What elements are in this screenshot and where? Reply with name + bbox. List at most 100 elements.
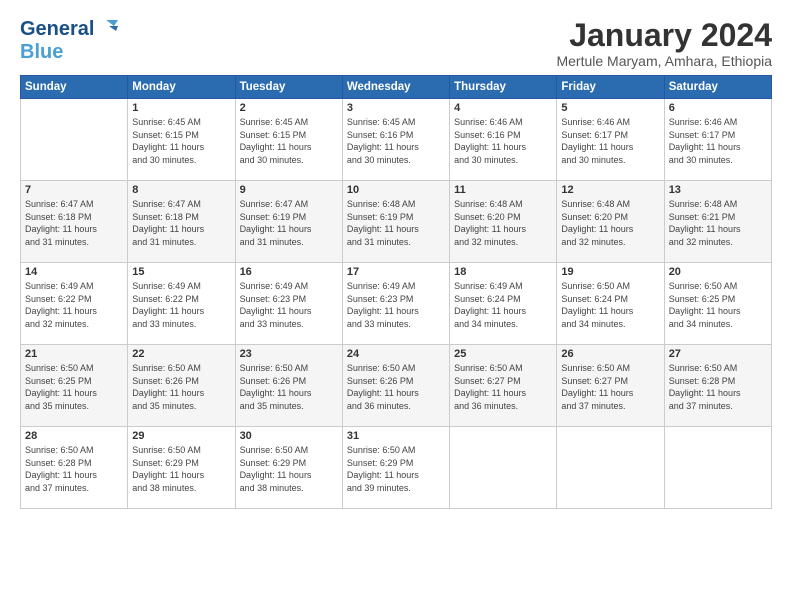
calendar-cell: 27 Sunrise: 6:50 AMSunset: 6:28 PMDayligh… <box>664 345 771 427</box>
calendar-cell <box>450 427 557 509</box>
day-info: Sunrise: 6:45 AMSunset: 6:15 PMDaylight:… <box>240 117 312 165</box>
col-friday: Friday <box>557 76 664 99</box>
day-number: 5 <box>561 102 659 114</box>
calendar-body: 1Sunrise: 6:45 AMSunset: 6:15 PMDaylight… <box>21 99 772 509</box>
calendar-cell: 16 Sunrise: 6:49 AMSunset: 6:23 PMDayligh… <box>235 263 342 345</box>
calendar-cell: 17 Sunrise: 6:49 AMSunset: 6:23 PMDayligh… <box>342 263 449 345</box>
day-info: Sunrise: 6:46 AMSunset: 6:17 PMDaylight:… <box>561 117 633 165</box>
day-info: Sunrise: 6:49 AMSunset: 6:22 PMDaylight:… <box>25 281 97 329</box>
logo: General Blue <box>20 18 120 64</box>
day-number: 20 <box>669 266 767 278</box>
calendar-week-4: 21 Sunrise: 6:50 AMSunset: 6:25 PMDayligh… <box>21 345 772 427</box>
day-info: Sunrise: 6:50 AMSunset: 6:26 PMDaylight:… <box>240 363 312 411</box>
calendar-cell: 22Sunrise: 6:50 AMSunset: 6:26 PMDayligh… <box>128 345 235 427</box>
calendar-cell: 25 Sunrise: 6:50 AMSunset: 6:27 PMDayligh… <box>450 345 557 427</box>
calendar-table: Sunday Monday Tuesday Wednesday Thursday… <box>20 75 772 509</box>
calendar-cell: 2Sunrise: 6:45 AMSunset: 6:15 PMDaylight… <box>235 99 342 181</box>
day-number: 21 <box>25 348 123 360</box>
calendar-cell: 3Sunrise: 6:45 AMSunset: 6:16 PMDaylight… <box>342 99 449 181</box>
calendar-cell: 13Sunrise: 6:48 AMSunset: 6:21 PMDayligh… <box>664 181 771 263</box>
day-info: Sunrise: 6:50 AMSunset: 6:26 PMDaylight:… <box>347 363 419 411</box>
col-sunday: Sunday <box>21 76 128 99</box>
day-info: Sunrise: 6:50 AMSunset: 6:25 PMDaylight:… <box>669 281 741 329</box>
day-number: 25 <box>454 348 552 360</box>
day-info: Sunrise: 6:47 AMSunset: 6:18 PMDaylight:… <box>132 199 204 247</box>
day-number: 17 <box>347 266 445 278</box>
month-title: January 2024 <box>556 18 772 53</box>
calendar-cell: 29Sunrise: 6:50 AMSunset: 6:29 PMDayligh… <box>128 427 235 509</box>
day-number: 23 <box>240 348 338 360</box>
calendar-cell: 28 Sunrise: 6:50 AMSunset: 6:28 PMDayligh… <box>21 427 128 509</box>
day-number: 26 <box>561 348 659 360</box>
calendar-cell: 5 Sunrise: 6:46 AMSunset: 6:17 PMDaylight… <box>557 99 664 181</box>
col-saturday: Saturday <box>664 76 771 99</box>
day-info: Sunrise: 6:50 AMSunset: 6:25 PMDaylight:… <box>25 363 97 411</box>
day-info: Sunrise: 6:48 AMSunset: 6:20 PMDaylight:… <box>561 199 633 247</box>
day-info: Sunrise: 6:47 AMSunset: 6:18 PMDaylight:… <box>25 199 97 247</box>
title-block: January 2024 Mertule Maryam, Amhara, Eth… <box>556 18 772 69</box>
calendar-cell: 26 Sunrise: 6:50 AMSunset: 6:27 PMDayligh… <box>557 345 664 427</box>
calendar-cell: 24 Sunrise: 6:50 AMSunset: 6:26 PMDayligh… <box>342 345 449 427</box>
day-info: Sunrise: 6:45 AMSunset: 6:15 PMDaylight:… <box>132 117 204 165</box>
col-tuesday: Tuesday <box>235 76 342 99</box>
day-info: Sunrise: 6:49 AMSunset: 6:22 PMDaylight:… <box>132 281 204 329</box>
day-number: 11 <box>454 184 552 196</box>
calendar-cell <box>557 427 664 509</box>
calendar-cell: 21 Sunrise: 6:50 AMSunset: 6:25 PMDayligh… <box>21 345 128 427</box>
day-number: 15 <box>132 266 230 278</box>
day-number: 22 <box>132 348 230 360</box>
day-info: Sunrise: 6:50 AMSunset: 6:27 PMDaylight:… <box>454 363 526 411</box>
day-number: 28 <box>25 430 123 442</box>
day-info: Sunrise: 6:46 AMSunset: 6:17 PMDaylight:… <box>669 117 741 165</box>
calendar-cell: 1Sunrise: 6:45 AMSunset: 6:15 PMDaylight… <box>128 99 235 181</box>
col-monday: Monday <box>128 76 235 99</box>
header-row: Sunday Monday Tuesday Wednesday Thursday… <box>21 76 772 99</box>
calendar-cell: 9 Sunrise: 6:47 AMSunset: 6:19 PMDaylight… <box>235 181 342 263</box>
calendar-cell: 20 Sunrise: 6:50 AMSunset: 6:25 PMDayligh… <box>664 263 771 345</box>
logo-bird-icon <box>96 18 120 42</box>
day-info: Sunrise: 6:45 AMSunset: 6:16 PMDaylight:… <box>347 117 419 165</box>
calendar-cell: 14 Sunrise: 6:49 AMSunset: 6:22 PMDayligh… <box>21 263 128 345</box>
day-info: Sunrise: 6:50 AMSunset: 6:27 PMDaylight:… <box>561 363 633 411</box>
day-info: Sunrise: 6:49 AMSunset: 6:24 PMDaylight:… <box>454 281 526 329</box>
calendar-cell: 11 Sunrise: 6:48 AMSunset: 6:20 PMDayligh… <box>450 181 557 263</box>
calendar-cell: 8Sunrise: 6:47 AMSunset: 6:18 PMDaylight… <box>128 181 235 263</box>
day-number: 12 <box>561 184 659 196</box>
day-info: Sunrise: 6:50 AMSunset: 6:28 PMDaylight:… <box>669 363 741 411</box>
day-info: Sunrise: 6:50 AMSunset: 6:29 PMDaylight:… <box>132 445 204 493</box>
day-number: 7 <box>25 184 123 196</box>
calendar-cell: 31 Sunrise: 6:50 AMSunset: 6:29 PMDayligh… <box>342 427 449 509</box>
logo-blue-text: Blue <box>20 41 94 64</box>
day-info: Sunrise: 6:50 AMSunset: 6:24 PMDaylight:… <box>561 281 633 329</box>
day-info: Sunrise: 6:47 AMSunset: 6:19 PMDaylight:… <box>240 199 312 247</box>
day-number: 27 <box>669 348 767 360</box>
calendar-cell: 12 Sunrise: 6:48 AMSunset: 6:20 PMDayligh… <box>557 181 664 263</box>
day-number: 16 <box>240 266 338 278</box>
calendar-cell <box>664 427 771 509</box>
day-info: Sunrise: 6:50 AMSunset: 6:29 PMDaylight:… <box>240 445 312 493</box>
day-info: Sunrise: 6:49 AMSunset: 6:23 PMDaylight:… <box>347 281 419 329</box>
day-number: 6 <box>669 102 767 114</box>
day-number: 4 <box>454 102 552 114</box>
header: General Blue January 2024 Mertule Maryam… <box>20 18 772 69</box>
calendar-cell: 23 Sunrise: 6:50 AMSunset: 6:26 PMDayligh… <box>235 345 342 427</box>
calendar-week-2: 7 Sunrise: 6:47 AMSunset: 6:18 PMDaylight… <box>21 181 772 263</box>
day-info: Sunrise: 6:50 AMSunset: 6:28 PMDaylight:… <box>25 445 97 493</box>
day-number: 31 <box>347 430 445 442</box>
calendar-cell: 30 Sunrise: 6:50 AMSunset: 6:29 PMDayligh… <box>235 427 342 509</box>
day-number: 14 <box>25 266 123 278</box>
day-number: 24 <box>347 348 445 360</box>
calendar-cell: 19Sunrise: 6:50 AMSunset: 6:24 PMDayligh… <box>557 263 664 345</box>
day-info: Sunrise: 6:49 AMSunset: 6:23 PMDaylight:… <box>240 281 312 329</box>
day-number: 30 <box>240 430 338 442</box>
day-info: Sunrise: 6:50 AMSunset: 6:29 PMDaylight:… <box>347 445 419 493</box>
day-info: Sunrise: 6:48 AMSunset: 6:19 PMDaylight:… <box>347 199 419 247</box>
calendar-cell: 18Sunrise: 6:49 AMSunset: 6:24 PMDayligh… <box>450 263 557 345</box>
calendar-cell: 15 Sunrise: 6:49 AMSunset: 6:22 PMDayligh… <box>128 263 235 345</box>
day-info: Sunrise: 6:48 AMSunset: 6:20 PMDaylight:… <box>454 199 526 247</box>
day-info: Sunrise: 6:46 AMSunset: 6:16 PMDaylight:… <box>454 117 526 165</box>
calendar-cell: 6 Sunrise: 6:46 AMSunset: 6:17 PMDaylight… <box>664 99 771 181</box>
calendar-cell: 7 Sunrise: 6:47 AMSunset: 6:18 PMDaylight… <box>21 181 128 263</box>
day-number: 9 <box>240 184 338 196</box>
page: General Blue January 2024 Mertule Maryam… <box>0 0 792 612</box>
